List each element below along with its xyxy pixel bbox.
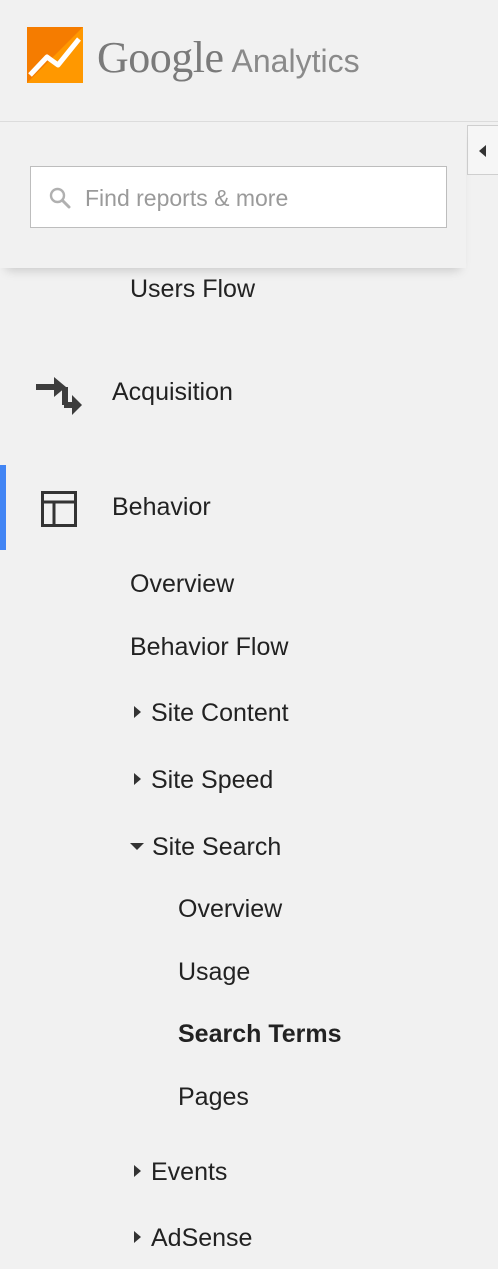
logo-brand-text: Google (97, 33, 224, 82)
nav-group-label: AdSense (151, 1224, 253, 1252)
search-panel (0, 122, 466, 268)
nav-item-behavior-flow[interactable]: Behavior Flow (130, 631, 288, 663)
behavior-layout-icon (41, 491, 77, 527)
nav-section-acquisition[interactable]: Acquisition (112, 376, 233, 408)
nav-item-search-terms[interactable]: Search Terms (178, 1018, 342, 1050)
search-input[interactable] (83, 167, 437, 229)
collapse-sidebar-button[interactable] (467, 125, 498, 175)
triangle-right-icon (134, 773, 141, 786)
nav-group-site-speed[interactable]: Site Speed (134, 764, 273, 796)
nav-group-site-content[interactable]: Site Content (134, 697, 289, 729)
triangle-down-icon (130, 842, 144, 850)
nav-group-site-search[interactable]: Site Search (130, 831, 281, 863)
triangle-right-icon (134, 706, 141, 719)
search-box[interactable] (30, 166, 447, 229)
acquisition-arrows-icon (36, 377, 82, 415)
triangle-left-icon (479, 145, 486, 157)
logo-wordmark[interactable]: Google Analytics (97, 32, 360, 94)
active-section-indicator (0, 465, 6, 550)
nav-section-behavior[interactable]: Behavior (112, 491, 211, 523)
nav-item-users-flow[interactable]: Users Flow (130, 273, 255, 305)
triangle-right-icon (134, 1231, 141, 1244)
nav-group-label: Site Search (152, 833, 282, 861)
nav-group-label: Site Speed (151, 766, 274, 794)
search-icon (49, 187, 71, 209)
nav-item-site-search-overview[interactable]: Overview (178, 893, 282, 925)
nav-group-label: Site Content (151, 699, 289, 727)
nav-item-site-search-pages[interactable]: Pages (178, 1081, 249, 1113)
nav-group-label: Events (151, 1158, 228, 1186)
app-header: Google Analytics (0, 0, 498, 122)
nav-item-site-search-usage[interactable]: Usage (178, 956, 250, 988)
analytics-logo-icon[interactable] (27, 27, 83, 83)
triangle-right-icon (134, 1165, 141, 1178)
logo-product-text: Analytics (231, 43, 360, 79)
nav-group-events[interactable]: Events (134, 1156, 227, 1188)
nav-group-adsense[interactable]: AdSense (134, 1222, 252, 1254)
nav-item-overview[interactable]: Overview (130, 568, 234, 600)
